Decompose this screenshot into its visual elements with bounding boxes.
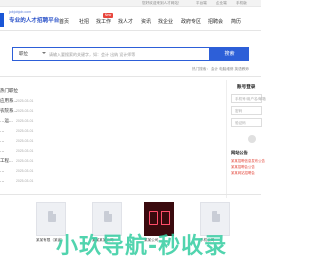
logo-icon[interactable]: [0, 13, 4, 27]
mobile-link[interactable]: 手机版: [236, 1, 247, 6]
list-item[interactable]: … 2025-03-01: [0, 168, 40, 176]
nav-job-fair[interactable]: 招聘会: [208, 18, 223, 25]
header-divider: [0, 30, 261, 31]
document-icon: [104, 211, 112, 222]
section-divider: [0, 194, 261, 195]
nav-resume[interactable]: 简历: [231, 18, 241, 25]
nav-home[interactable]: 首页: [59, 18, 69, 25]
nav-find-job[interactable]: 找工作: [96, 18, 111, 25]
search-bar: 职位: [12, 47, 225, 61]
notice-item[interactable]: 某某招聘会公告: [231, 164, 255, 169]
search-type-select[interactable]: 职位: [19, 51, 28, 57]
watermark-banner: 小玖导航-秒收录: [56, 234, 228, 259]
top-bar: 您好欢迎来到人才网站！ 平台端 企业端 手机版: [0, 0, 261, 7]
nav-news[interactable]: 资讯: [141, 18, 151, 25]
welcome-text: 您好欢迎来到人才网站！: [142, 1, 182, 5]
content-divider: [0, 76, 261, 77]
logo-icon: [161, 211, 170, 225]
list-item[interactable]: … 2025-03-01: [0, 148, 40, 156]
chevron-down-icon[interactable]: [42, 52, 46, 54]
document-icon: [212, 211, 220, 222]
login-panel: 账号登录 手机号/用户名/邮箱 密码 验证码 网站公告 某某招聘信息发布公告 某…: [226, 80, 266, 198]
list-item[interactable]: … 2025-03-01: [0, 138, 40, 146]
notice-item[interactable]: 某某网站招聘会: [231, 170, 255, 175]
notice-title: 网站公告: [231, 150, 248, 155]
hot-searches[interactable]: 热门搜索： 会计 电脑维修 英语教师: [192, 67, 249, 72]
list-item[interactable]: 工程... 2025-03-01: [0, 158, 40, 166]
search-input[interactable]: [49, 50, 225, 59]
notice-item[interactable]: 某某招聘信息发布公告: [231, 158, 265, 163]
list-item[interactable]: 应用系... 2025-03-01: [0, 98, 40, 106]
list-item[interactable]: … 2025-03-01: [0, 128, 40, 136]
nav-government[interactable]: 政府专区: [181, 18, 201, 25]
username-field[interactable]: 手机号/用户名/邮箱: [231, 94, 266, 103]
nav-badge: New: [103, 13, 113, 18]
platform-link[interactable]: 平台端: [196, 1, 207, 6]
list-item[interactable]: …运... 2025-03-01: [0, 118, 40, 126]
company-link[interactable]: 企业端: [216, 1, 227, 6]
list-item[interactable]: … 2025-03-01: [0, 178, 40, 186]
document-icon: [48, 211, 56, 222]
nav-find-talent[interactable]: 找人才: [118, 18, 133, 25]
list-item[interactable]: 农院系... 2025-03-01: [0, 108, 40, 116]
password-field[interactable]: 密码: [231, 106, 262, 115]
captcha-field[interactable]: 验证码: [231, 118, 262, 127]
search-button[interactable]: 搜索: [210, 47, 249, 61]
nav-social[interactable]: 社招: [79, 18, 89, 25]
login-title: 账号登录: [237, 84, 256, 89]
avatar[interactable]: [248, 135, 256, 143]
nav-companies[interactable]: 找企业: [158, 18, 173, 25]
logo-icon: [149, 211, 158, 225]
logo-title[interactable]: 专业的人才招聘平台: [9, 16, 59, 24]
logo-url: jobjobjob.com: [9, 10, 32, 14]
section-title: 热门职位: [0, 88, 18, 93]
